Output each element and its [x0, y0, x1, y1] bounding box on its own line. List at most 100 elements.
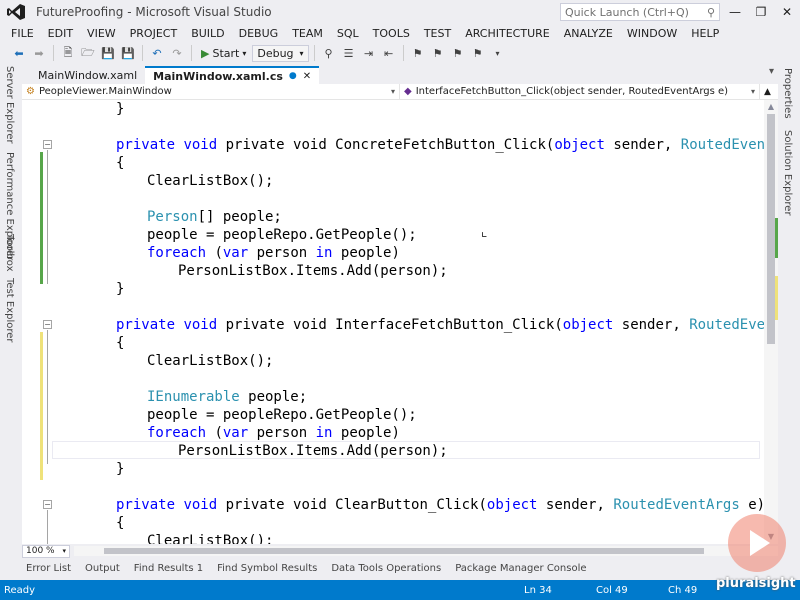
- outline-line: [47, 510, 48, 544]
- back-icon[interactable]: ⬅: [10, 44, 28, 62]
- toolbar-options-icon[interactable]: ▾: [489, 44, 507, 62]
- tab-overflow-icon[interactable]: ▾: [769, 66, 774, 77]
- code-line: }: [116, 281, 125, 297]
- ibeam-cursor-icon: ⌞: [480, 224, 489, 240]
- code-line: private void private void InterfaceFetch…: [116, 317, 764, 333]
- code-line: people = peopleRepo.GetPeople();: [147, 407, 417, 423]
- chevron-down-icon: ▾: [299, 48, 304, 58]
- maximize-button[interactable]: ❐: [748, 0, 774, 24]
- horizontal-scrollbar[interactable]: [74, 546, 778, 556]
- menu-file[interactable]: FILE: [4, 27, 41, 40]
- menu-debug[interactable]: DEBUG: [232, 27, 286, 40]
- search-icon: ⚲: [706, 5, 715, 19]
- vertical-scrollbar[interactable]: ▲ ▼: [764, 100, 778, 544]
- menu-sql[interactable]: SQL: [330, 27, 366, 40]
- close-button[interactable]: ✕: [774, 0, 800, 24]
- split-editor-icon[interactable]: ▲: [764, 87, 771, 97]
- video-play-button[interactable]: [728, 514, 786, 572]
- document-tab-strip: MainWindow.xaml MainWindow.xaml.cs ● ✕ ▾: [22, 64, 778, 84]
- start-label: Start: [212, 46, 240, 60]
- indent-icon[interactable]: ⇥: [360, 44, 378, 62]
- saved-change-marker: [40, 152, 43, 284]
- status-column: Col 49: [596, 584, 628, 596]
- pin-icon[interactable]: ●: [289, 71, 297, 81]
- method-icon: ◆: [404, 86, 412, 97]
- code-line: PersonListBox.Items.Add(person);: [178, 443, 448, 459]
- menu-help[interactable]: HELP: [684, 27, 726, 40]
- test-explorer-tab[interactable]: Test Explorer: [4, 278, 15, 343]
- next-bookmark-icon[interactable]: ⚑: [449, 44, 467, 62]
- editor-zoom-bar: 100 % ▾: [22, 544, 778, 558]
- scrollbar-thumb[interactable]: [104, 548, 704, 554]
- solution-configuration-select[interactable]: Debug ▾: [252, 44, 309, 62]
- properties-tab[interactable]: Properties: [782, 68, 793, 119]
- visual-studio-logo-icon: [4, 0, 28, 24]
- menu-team[interactable]: TEAM: [285, 27, 330, 40]
- clear-bookmarks-icon[interactable]: ⚑: [469, 44, 487, 62]
- code-line: }: [116, 461, 125, 477]
- member-dropdown[interactable]: ◆ InterfaceFetchButton_Click(object send…: [400, 84, 760, 99]
- toolbox-tab[interactable]: Toolbox: [4, 234, 15, 272]
- tab-data-tools-operations[interactable]: Data Tools Operations: [327, 563, 445, 574]
- forward-icon[interactable]: ➡: [30, 44, 48, 62]
- tab-mainwindow-xaml[interactable]: MainWindow.xaml: [30, 66, 146, 84]
- code-line: {: [116, 515, 125, 531]
- menu-project[interactable]: PROJECT: [123, 27, 185, 40]
- menu-tools[interactable]: TOOLS: [366, 27, 417, 40]
- open-file-icon[interactable]: 🗁: [79, 44, 97, 62]
- close-tab-icon[interactable]: ✕: [303, 71, 311, 82]
- server-explorer-tab[interactable]: Server Explorer: [4, 66, 15, 144]
- undo-icon[interactable]: ↶: [148, 44, 166, 62]
- collapse-outline-icon[interactable]: −: [43, 500, 52, 509]
- unsaved-change-marker: [40, 332, 43, 480]
- status-text: Ready: [4, 584, 36, 596]
- zoom-select[interactable]: 100 % ▾: [22, 544, 70, 558]
- new-project-icon[interactable]: 🗎: [59, 44, 77, 62]
- redo-icon[interactable]: ↷: [168, 44, 186, 62]
- code-navigation-bar: ⚙ PeopleViewer.MainWindow ▾ ◆ InterfaceF…: [22, 84, 778, 100]
- bottom-tool-window-tabs: Error List Output Find Results 1 Find Sy…: [22, 558, 800, 578]
- status-line: Ln 34: [524, 584, 552, 596]
- tab-mainwindow-xaml-cs[interactable]: MainWindow.xaml.cs ● ✕: [145, 66, 320, 84]
- prev-bookmark-icon[interactable]: ⚑: [429, 44, 447, 62]
- tab-find-symbol-results[interactable]: Find Symbol Results: [213, 563, 321, 574]
- chevron-down-icon: ▾: [242, 48, 247, 58]
- bookmark-icon[interactable]: ⚑: [409, 44, 427, 62]
- code-line: PersonListBox.Items.Add(person);: [178, 263, 448, 279]
- menu-test[interactable]: TEST: [417, 27, 458, 40]
- collapse-outline-icon[interactable]: −: [43, 140, 52, 149]
- menu-analyze[interactable]: ANALYZE: [557, 27, 620, 40]
- code-line: }: [116, 101, 125, 117]
- code-line: private void private void ClearButton_Cl…: [116, 497, 764, 513]
- code-line: people = peopleRepo.GetPeople();: [147, 227, 417, 243]
- code-line: ClearListBox();: [147, 353, 274, 369]
- tab-output[interactable]: Output: [81, 563, 124, 574]
- menu-architecture[interactable]: ARCHITECTURE: [458, 27, 557, 40]
- comment-icon[interactable]: ☰: [340, 44, 358, 62]
- quick-launch-placeholder: Quick Launch (Ctrl+Q): [565, 5, 689, 19]
- tab-error-list[interactable]: Error List: [22, 563, 75, 574]
- tab-package-manager-console[interactable]: Package Manager Console: [451, 563, 590, 574]
- menu-window[interactable]: WINDOW: [620, 27, 684, 40]
- tab-find-results-1[interactable]: Find Results 1: [130, 563, 207, 574]
- outdent-icon[interactable]: ⇤: [380, 44, 398, 62]
- chevron-down-icon: ▾: [390, 87, 395, 96]
- tab-label: MainWindow.xaml.cs: [153, 69, 283, 83]
- scrollbar-thumb[interactable]: [767, 114, 775, 344]
- save-all-icon[interactable]: 💾: [119, 44, 137, 62]
- scroll-up-icon[interactable]: ▲: [764, 100, 778, 114]
- code-line: foreach (var person in people): [147, 425, 400, 441]
- code-line: foreach (var person in people): [147, 245, 400, 261]
- minimize-button[interactable]: —: [722, 0, 748, 24]
- type-dropdown[interactable]: ⚙ PeopleViewer.MainWindow ▾: [22, 84, 400, 99]
- solution-explorer-tab[interactable]: Solution Explorer: [782, 130, 793, 216]
- menu-view[interactable]: VIEW: [80, 27, 123, 40]
- find-icon[interactable]: ⚲: [320, 44, 338, 62]
- code-editor[interactable]: − − − } private void private void Concre…: [22, 100, 764, 544]
- save-icon[interactable]: 💾: [99, 44, 117, 62]
- collapse-outline-icon[interactable]: −: [43, 320, 52, 329]
- start-debugging-button[interactable]: ▶ Start ▾: [197, 47, 250, 60]
- menu-edit[interactable]: EDIT: [41, 27, 80, 40]
- menu-build[interactable]: BUILD: [184, 27, 231, 40]
- quick-launch-input[interactable]: Quick Launch (Ctrl+Q) ⚲: [560, 3, 720, 21]
